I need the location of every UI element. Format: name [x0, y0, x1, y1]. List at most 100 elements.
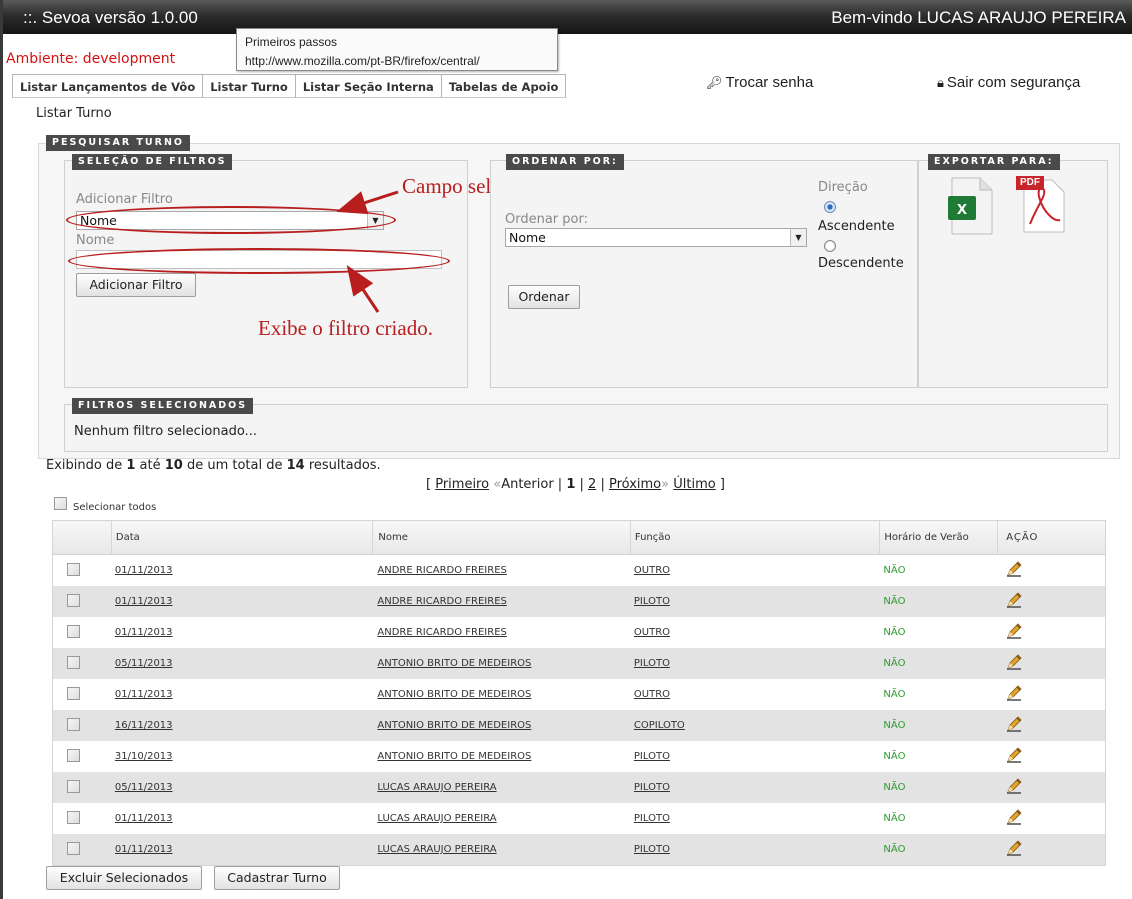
cell-nome[interactable]: ANDRE RICARDO FREIRES — [377, 565, 506, 576]
pager-open: [ — [426, 477, 436, 492]
cell-nome[interactable]: ANDRE RICARDO FREIRES — [377, 596, 506, 607]
tab-listar-lancamentos[interactable]: Listar Lançamentos de Vôo — [12, 74, 204, 98]
cell-nome[interactable]: ANTONIO BRITO DE MEDEIROS — [377, 751, 531, 762]
cell-data[interactable]: 05/11/2013 — [115, 658, 173, 669]
cell-funcao[interactable]: PILOTO — [634, 596, 670, 607]
cell-funcao[interactable]: OUTRO — [634, 565, 670, 576]
tab-listar-turno[interactable]: Listar Turno — [202, 74, 296, 98]
row-checkbox[interactable] — [67, 656, 80, 669]
cell-nome[interactable]: LUCAS ARAUJO PEREIRA — [377, 813, 496, 824]
order-legend: ORDENAR POR: — [506, 154, 624, 170]
pager-prev-arrow: « — [493, 477, 502, 492]
browser-tooltip: Primeiros passos http://www.mozilla.com/… — [236, 28, 558, 71]
change-password-label: Trocar senha — [725, 74, 814, 91]
row-checkbox[interactable] — [67, 718, 80, 731]
cell-nome[interactable]: ANTONIO BRITO DE MEDEIROS — [377, 658, 531, 669]
row-checkbox[interactable] — [67, 811, 80, 824]
cell-funcao[interactable]: PILOTO — [634, 751, 670, 762]
cell-data[interactable]: 01/11/2013 — [115, 689, 173, 700]
pager-sep: | — [575, 477, 589, 492]
edit-pencil-icon[interactable] — [1005, 654, 1023, 674]
table-row: 01/11/2013 ANTONIO BRITO DE MEDEIROS OUTRO… — [53, 679, 1105, 710]
order-button[interactable]: Ordenar — [508, 285, 580, 309]
cell-nome[interactable]: ANTONIO BRITO DE MEDEIROS — [377, 689, 531, 700]
cell-funcao[interactable]: PILOTO — [634, 813, 670, 824]
cell-nome[interactable]: ANTONIO BRITO DE MEDEIROS — [377, 720, 531, 731]
results-mid1: até — [135, 458, 165, 473]
annotation-ellipse-field — [66, 206, 396, 234]
cell-data[interactable]: 01/11/2013 — [115, 627, 173, 638]
logout-link[interactable]: 🔒︎ Sair com segurança — [937, 74, 1080, 91]
pager-last[interactable]: Último — [673, 477, 715, 492]
pdf-icon[interactable]: PDF — [1016, 174, 1066, 234]
cell-data[interactable]: 01/11/2013 — [115, 813, 173, 824]
pager-next-arrow: » — [661, 477, 670, 492]
row-checkbox[interactable] — [67, 842, 80, 855]
header-horario-verao[interactable]: Horário de Verão — [879, 521, 997, 554]
table-row: 01/11/2013 ANDRE RICARDO FREIRES OUTRO NÃO — [53, 617, 1105, 648]
add-filter-button[interactable]: Adicionar Filtro — [76, 273, 196, 297]
cell-funcao[interactable]: OUTRO — [634, 627, 670, 638]
cell-data[interactable]: 01/11/2013 — [115, 596, 173, 607]
create-turno-button[interactable]: Cadastrar Turno — [214, 866, 340, 890]
pager-first[interactable]: Primeiro — [435, 477, 489, 492]
radio-ascending[interactable] — [824, 201, 836, 213]
row-checkbox[interactable] — [67, 594, 80, 607]
svg-text:x: x — [957, 198, 967, 218]
results-to: 10 — [164, 458, 183, 473]
cell-data[interactable]: 16/11/2013 — [115, 720, 173, 731]
edit-pencil-icon[interactable] — [1005, 747, 1023, 767]
cell-data[interactable]: 05/11/2013 — [115, 782, 173, 793]
table-header: Data Nome Função Horário de Verão AÇÃO — [53, 521, 1105, 555]
edit-pencil-icon[interactable] — [1005, 623, 1023, 643]
radio-descending[interactable] — [824, 240, 836, 252]
cell-horario-verao: NÃO — [883, 782, 906, 793]
cell-nome[interactable]: LUCAS ARAUJO PEREIRA — [377, 844, 496, 855]
excel-icon[interactable]: x — [946, 176, 994, 236]
edit-pencil-icon[interactable] — [1005, 840, 1023, 860]
delete-selected-button[interactable]: Excluir Selecionados — [46, 866, 202, 890]
row-checkbox[interactable] — [67, 780, 80, 793]
header-nome[interactable]: Nome — [372, 521, 630, 554]
selected-filters-legend: FILTROS SELECIONADOS — [72, 398, 254, 414]
row-checkbox[interactable] — [67, 687, 80, 700]
cell-nome[interactable]: ANDRE RICARDO FREIRES — [377, 627, 506, 638]
cell-data[interactable]: 31/10/2013 — [115, 751, 173, 762]
turno-table: Data Nome Função Horário de Verão AÇÃO 0… — [52, 520, 1106, 866]
row-checkbox[interactable] — [67, 749, 80, 762]
header-funcao[interactable]: Função — [629, 521, 880, 554]
top-bar: ::. Sevoa versão 1.0.00 Bem-vindo LUCAS … — [3, 0, 1132, 34]
cell-funcao[interactable]: OUTRO — [634, 689, 670, 700]
name-filter-label: Nome — [76, 233, 115, 248]
change-password-link[interactable]: 🔑︎ Trocar senha — [706, 74, 813, 91]
cell-funcao[interactable]: PILOTO — [634, 844, 670, 855]
order-by-label: Ordenar por: — [505, 212, 588, 227]
pager-next[interactable]: Próximo — [609, 477, 661, 492]
cell-data[interactable]: 01/11/2013 — [115, 844, 173, 855]
cell-funcao[interactable]: PILOTO — [634, 782, 670, 793]
table-row: 16/11/2013 ANTONIO BRITO DE MEDEIROS COPIL… — [53, 710, 1105, 741]
edit-pencil-icon[interactable] — [1005, 716, 1023, 736]
tab-listar-secao-interna[interactable]: Listar Seção Interna — [294, 74, 442, 98]
tab-tabelas-de-apoio[interactable]: Tabelas de Apoio — [440, 74, 567, 98]
select-all-checkbox[interactable] — [54, 497, 67, 510]
row-checkbox[interactable] — [67, 563, 80, 576]
header-data[interactable]: Data — [110, 521, 373, 554]
cell-horario-verao: NÃO — [883, 844, 906, 855]
add-filter-label: Adicionar Filtro — [76, 192, 173, 207]
cell-data[interactable]: 01/11/2013 — [115, 565, 173, 576]
cell-funcao[interactable]: PILOTO — [634, 658, 670, 669]
chevron-down-icon: ▼ — [790, 229, 806, 246]
edit-pencil-icon[interactable] — [1005, 809, 1023, 829]
cell-funcao[interactable]: COPILOTO — [634, 720, 685, 731]
row-checkbox[interactable] — [67, 625, 80, 638]
edit-pencil-icon[interactable] — [1005, 685, 1023, 705]
cell-nome[interactable]: LUCAS ARAUJO PEREIRA — [377, 782, 496, 793]
tooltip-title: Primeiros passos — [245, 35, 338, 49]
edit-pencil-icon[interactable] — [1005, 592, 1023, 612]
search-panel-legend: PESQUISAR TURNO — [46, 135, 190, 151]
edit-pencil-icon[interactable] — [1005, 561, 1023, 581]
pager-sep: | — [596, 477, 609, 492]
order-by-select[interactable]: Nome ▼ — [505, 228, 807, 247]
edit-pencil-icon[interactable] — [1005, 778, 1023, 798]
